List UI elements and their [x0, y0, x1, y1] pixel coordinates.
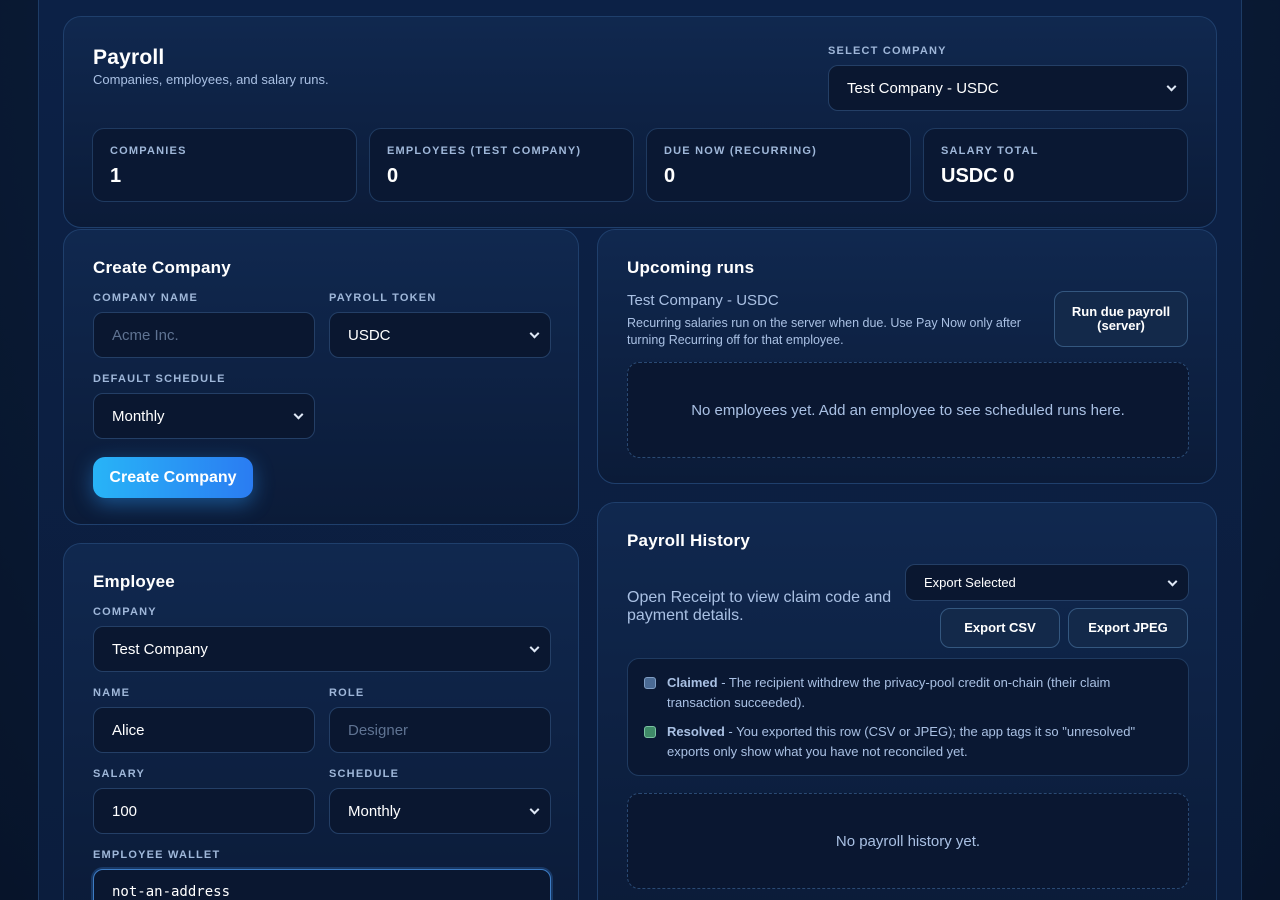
legend-resolved: Resolved - You exported this row (CSV or… [644, 722, 1172, 762]
stat-label: SALARY TOTAL [941, 145, 1039, 157]
chevron-down-icon [529, 642, 540, 653]
history-empty-state: No payroll history yet. [627, 793, 1189, 889]
upcoming-note: Recurring salaries run on the server whe… [627, 316, 1021, 347]
select-company-label: SELECT COMPANY [828, 45, 947, 57]
chevron-down-icon [293, 409, 304, 420]
legend-claimed: Claimed - The recipient withdrew the pri… [644, 673, 1172, 713]
run-due-payroll-button[interactable]: Run due payroll (server) [1054, 291, 1188, 347]
stat-companies: COMPANIES 1 [92, 128, 357, 202]
legend-claimed-text: - The recipient withdrew the privacy-poo… [667, 675, 1111, 710]
payroll-history-note: Open Receipt to view claim code and paym… [627, 589, 892, 624]
create-company-button[interactable]: Create Company [93, 457, 253, 498]
payroll-token-select[interactable]: USDC [329, 312, 551, 358]
page-title: Payroll [93, 46, 165, 69]
page-subtitle: Companies, employees, and salary runs. [93, 72, 329, 87]
stat-label: COMPANIES [110, 145, 187, 157]
export-csv-button[interactable]: Export CSV [940, 608, 1060, 648]
employee-company-value: Test Company [112, 640, 208, 658]
export-mode-select[interactable]: Export Selected [905, 564, 1189, 601]
name-input[interactable]: Alice [93, 707, 315, 753]
default-schedule-select[interactable]: Monthly [93, 393, 315, 439]
default-schedule-label: DEFAULT SCHEDULE [93, 373, 226, 385]
create-company-card: Create Company COMPANY NAME Acme Inc. PA… [63, 229, 579, 525]
legend-resolved-text: - You exported this row (CSV or JPEG); t… [667, 724, 1136, 759]
schedule-label: SCHEDULE [329, 768, 400, 780]
employee-wallet-input[interactable]: not-an-address [93, 869, 551, 900]
employee-wallet-label: EMPLOYEE WALLET [93, 849, 221, 861]
payroll-token-value: USDC [348, 326, 391, 344]
stat-employees: EMPLOYEES (TEST COMPANY) 0 [369, 128, 634, 202]
create-company-title: Create Company [93, 258, 231, 277]
stat-value: 0 [387, 165, 399, 187]
stat-value: 0 [664, 165, 676, 187]
legend-resolved-term: Resolved [667, 724, 725, 739]
role-input[interactable]: Designer [329, 707, 551, 753]
chevron-down-icon [1166, 81, 1177, 92]
payroll-token-label: PAYROLL TOKEN [329, 292, 437, 304]
salary-label: SALARY [93, 768, 146, 780]
status-legend: Claimed - The recipient withdrew the pri… [627, 658, 1189, 776]
upcoming-runs-card: Upcoming runs Test Company - USDC Recurr… [597, 229, 1217, 484]
company-name-input[interactable]: Acme Inc. [93, 312, 315, 358]
role-label: ROLE [329, 687, 365, 699]
select-company-value: Test Company - USDC [847, 79, 999, 97]
chevron-down-icon [1167, 576, 1178, 587]
stat-value: 1 [110, 165, 122, 187]
default-schedule-value: Monthly [112, 407, 165, 425]
employee-company-label: COMPANY [93, 606, 157, 618]
payroll-history-title: Payroll History [627, 531, 750, 550]
stat-salary-total: SALARY TOTAL USDC 0 [923, 128, 1188, 202]
stat-label: DUE NOW (RECURRING) [664, 145, 817, 157]
chevron-down-icon [529, 328, 540, 339]
chevron-down-icon [529, 804, 540, 815]
employee-title: Employee [93, 572, 175, 591]
legend-claimed-term: Claimed [667, 675, 718, 690]
upcoming-empty-state: No employees yet. Add an employee to see… [627, 362, 1189, 458]
stat-label: EMPLOYEES (TEST COMPANY) [387, 145, 582, 157]
stat-value: USDC 0 [941, 165, 1015, 187]
employee-card: Employee COMPANY Test Company NAME Alice… [63, 543, 579, 900]
schedule-select[interactable]: Monthly [329, 788, 551, 834]
company-name-label: COMPANY NAME [93, 292, 199, 304]
select-company-dropdown[interactable]: Test Company - USDC [828, 65, 1188, 111]
employee-company-select[interactable]: Test Company [93, 626, 551, 672]
stat-due-now: DUE NOW (RECURRING) 0 [646, 128, 911, 202]
payroll-history-card: Payroll History Open Receipt to view cla… [597, 502, 1217, 900]
export-mode-value: Export Selected [924, 575, 1016, 590]
schedule-value: Monthly [348, 802, 401, 820]
resolved-swatch-icon [644, 726, 656, 738]
claimed-swatch-icon [644, 677, 656, 689]
upcoming-runs-title: Upcoming runs [627, 258, 755, 277]
name-label: NAME [93, 687, 131, 699]
export-jpeg-button[interactable]: Export JPEG [1068, 608, 1188, 648]
salary-input[interactable]: 100 [93, 788, 315, 834]
upcoming-company-name: Test Company - USDC [627, 292, 779, 309]
